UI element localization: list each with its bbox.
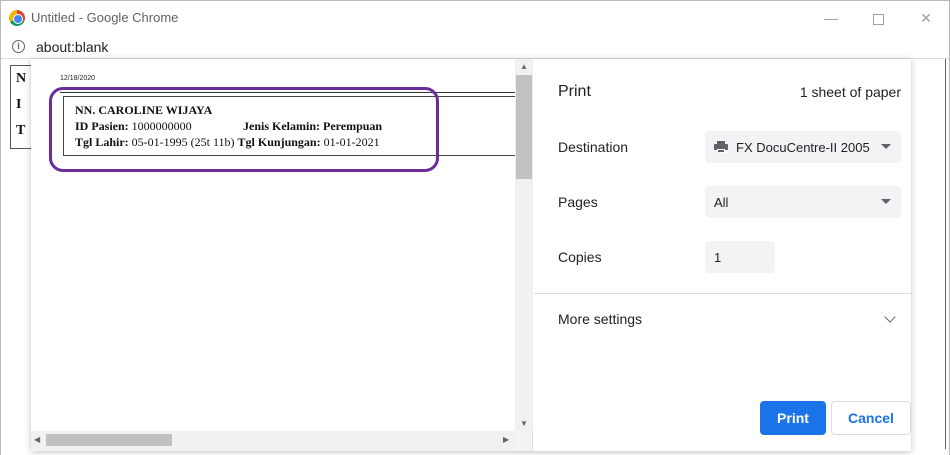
printer-icon — [714, 141, 728, 153]
scroll-up-icon[interactable]: ▲ — [520, 62, 528, 71]
print-dialog: 12/18/2020 NN. CAROLINE WIJAYA ID Pasien… — [31, 59, 911, 451]
more-settings-toggle[interactable]: More settings — [558, 311, 642, 327]
background-letter: N — [16, 71, 27, 86]
scroll-left-icon[interactable]: ◀ — [34, 435, 40, 444]
maximize-button[interactable] — [863, 5, 893, 31]
scroll-down-icon[interactable]: ▼ — [520, 419, 528, 428]
print-settings-panel: Print 1 sheet of paper Destination FX Do… — [534, 59, 911, 451]
destination-label: Destination — [558, 139, 629, 155]
vertical-scroll-thumb[interactable] — [516, 75, 532, 179]
print-button[interactable]: Print — [760, 401, 826, 435]
pages-select[interactable]: All — [705, 186, 901, 218]
scroll-right-icon[interactable]: ▶ — [503, 435, 509, 444]
url-text[interactable]: about:blank — [36, 39, 108, 55]
background-letter: I — [16, 97, 22, 112]
destination-value: FX DocuCentre-II 2005 — [736, 140, 870, 155]
browser-window: Untitled - Google Chrome — ✕ i about:bla… — [0, 0, 950, 455]
copies-label: Copies — [558, 249, 602, 265]
chrome-logo-icon — [9, 10, 25, 26]
copies-input[interactable]: 1 — [705, 241, 775, 273]
horizontal-scroll-thumb[interactable] — [46, 434, 172, 446]
print-date: 12/18/2020 — [60, 75, 96, 82]
window-title: Untitled - Google Chrome — [31, 10, 179, 25]
print-preview[interactable]: 12/18/2020 NN. CAROLINE WIJAYA ID Pasien… — [31, 59, 533, 451]
address-bar[interactable]: i about:blank — [1, 35, 949, 59]
dropdown-arrow-icon — [881, 144, 891, 149]
title-bar: Untitled - Google Chrome — ✕ — [1, 1, 949, 35]
background-letter: T — [16, 123, 26, 138]
sheet-count: 1 sheet of paper — [799, 84, 901, 100]
maximize-icon — [872, 13, 884, 25]
destination-select[interactable]: FX DocuCentre-II 2005 — [705, 131, 901, 163]
highlight-annotation — [49, 87, 439, 172]
print-title: Print — [558, 83, 591, 100]
preview-paper: 12/18/2020 NN. CAROLINE WIJAYA ID Pasien… — [31, 59, 515, 431]
divider — [534, 293, 911, 294]
pages-label: Pages — [558, 194, 598, 210]
dropdown-arrow-icon — [881, 199, 891, 204]
vertical-scrollbar[interactable]: ▲ ▼ — [515, 59, 533, 431]
minimize-button[interactable]: — — [816, 5, 846, 31]
cancel-button[interactable]: Cancel — [831, 401, 911, 435]
info-icon[interactable]: i — [12, 40, 25, 53]
page-edge — [945, 59, 947, 449]
pages-value: All — [714, 195, 729, 210]
chevron-down-icon[interactable] — [884, 311, 896, 323]
horizontal-scrollbar[interactable]: ◀ ▶ — [31, 431, 515, 449]
close-window-button[interactable]: ✕ — [911, 5, 941, 31]
